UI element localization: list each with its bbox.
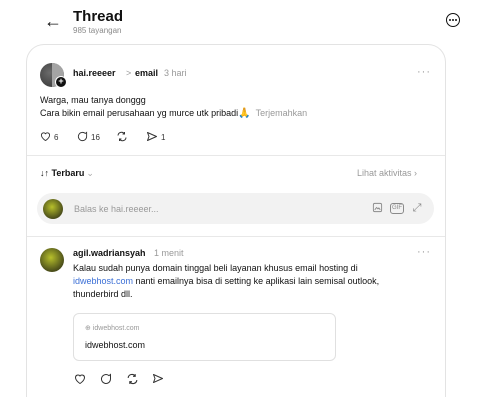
- sort-label: Terbaru: [51, 168, 85, 178]
- post-topic[interactable]: email: [135, 68, 158, 78]
- follow-plus-icon[interactable]: +: [55, 76, 67, 88]
- repost-icon[interactable]: [126, 373, 138, 388]
- back-arrow-icon[interactable]: ←: [44, 12, 64, 30]
- post-more-icon[interactable]: ···: [417, 66, 431, 78]
- reply-button[interactable]: 16: [77, 130, 100, 144]
- comment-link[interactable]: idwebhost.com: [73, 276, 133, 286]
- heart-icon: [40, 131, 51, 143]
- post-text-line1: Warga, mau tanya donggg: [40, 95, 146, 105]
- heart-icon[interactable]: [74, 373, 86, 388]
- repost-button[interactable]: [116, 130, 131, 144]
- globe-icon: ⊕: [85, 325, 91, 332]
- reply-placeholder: Balas ke hai.reeeer...: [74, 204, 159, 214]
- link-preview-domain-text: idwebhost.com: [92, 325, 140, 332]
- comment-more-icon[interactable]: ···: [417, 246, 431, 258]
- comment-text-line2-rest: nanti emailnya bisa di setting ke aplika…: [133, 276, 380, 286]
- more-options-icon[interactable]: [446, 13, 460, 27]
- chevron-down-icon: ⌄: [86, 168, 94, 178]
- comment-text-line1: Kalau sudah punya domain tinggal beli la…: [73, 263, 358, 273]
- chevron-right-icon: ›: [414, 168, 418, 178]
- reply-count: 16: [91, 132, 100, 142]
- sort-arrows-icon: ↓↑: [40, 168, 49, 178]
- share-count: 1: [161, 132, 166, 142]
- avatar: [43, 199, 63, 219]
- sort-dropdown[interactable]: ↓↑ Terbaru ⌄: [40, 168, 94, 179]
- pray-emoji: 🙏: [238, 108, 251, 119]
- comment-icon: [77, 130, 88, 144]
- repost-icon: [116, 131, 128, 144]
- view-activity-label: Lihat aktivitas: [357, 168, 412, 178]
- divider: [27, 155, 445, 156]
- divider: [27, 236, 445, 237]
- link-preview-domain: ⊕ idwebhost.com: [85, 324, 140, 332]
- avatar[interactable]: [40, 248, 64, 272]
- translate-link[interactable]: Terjemahkan: [256, 108, 308, 118]
- comment-icon[interactable]: [100, 373, 112, 388]
- gif-icon[interactable]: GIF: [390, 203, 404, 214]
- share-button[interactable]: 1: [146, 130, 165, 144]
- expand-icon[interactable]: ⤢: [410, 202, 424, 216]
- post-time: 3 hari: [164, 68, 187, 78]
- comment-username[interactable]: agil.wadriansyah: [73, 248, 146, 258]
- comment-actions: [74, 373, 164, 388]
- image-icon[interactable]: [370, 202, 384, 216]
- link-preview-title: idwebhost.com: [85, 340, 146, 350]
- view-activity-link[interactable]: Lihat aktivitas ›: [357, 168, 417, 178]
- comment-time: 1 menit: [154, 248, 184, 258]
- reply-tools: GIF ⤢: [370, 202, 424, 216]
- link-preview-card[interactable]: [73, 313, 336, 361]
- like-button[interactable]: 6: [40, 130, 58, 144]
- send-icon: [146, 131, 158, 144]
- page-title: Thread: [73, 8, 124, 25]
- post-text-line2: Cara bikin email perusahaan yg murce utk…: [40, 108, 307, 119]
- post-username[interactable]: hai.reeeer: [73, 68, 116, 78]
- thread-header: ← Thread 985 tayangan: [0, 0, 500, 44]
- like-count: 6: [54, 132, 59, 142]
- comment-text-line2: idwebhost.com nanti emailnya bisa di set…: [73, 276, 379, 286]
- chevron-right-icon: >: [126, 68, 132, 78]
- post-text-line2-content: Cara bikin email perusahaan yg murce utk…: [40, 108, 239, 118]
- view-count: 985 tayangan: [73, 26, 122, 35]
- comment-text-line3: thunderbird dll.: [73, 289, 133, 299]
- send-icon[interactable]: [152, 373, 164, 388]
